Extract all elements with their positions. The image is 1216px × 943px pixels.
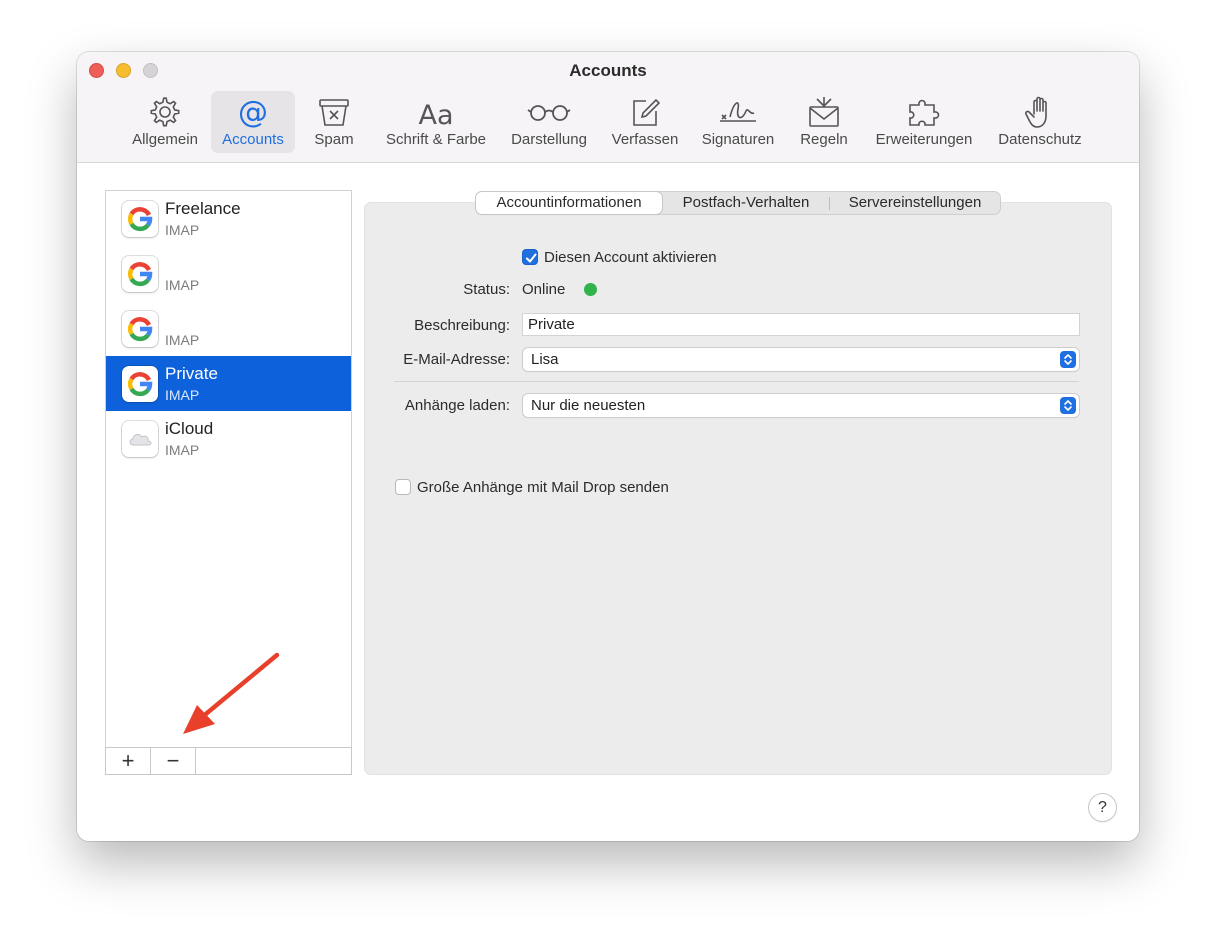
account-item-icloud[interactable]: iCloud IMAP <box>106 411 351 466</box>
account-item-private[interactable]: Private IMAP <box>106 356 351 411</box>
tab-label: Datenschutz <box>998 131 1082 148</box>
tab-label: Regeln <box>800 131 848 148</box>
account-type: IMAP <box>165 387 200 403</box>
rules-envelope-icon <box>789 95 859 129</box>
tab-darstellung[interactable]: Darstellung <box>503 91 595 153</box>
glasses-icon <box>503 95 595 129</box>
preferences-toolbar: Allgemein @ Accounts Spam Aa Schrift & F… <box>77 52 1139 163</box>
signature-icon <box>695 95 781 129</box>
tab-label: Erweiterungen <box>875 131 973 148</box>
compose-icon <box>603 95 687 129</box>
description-label: Beschreibung: <box>414 317 510 334</box>
status-online-icon <box>584 283 597 296</box>
tab-allgemein[interactable]: Allgemein <box>127 91 203 153</box>
mail-drop-label: Große Anhänge mit Mail Drop senden <box>417 479 669 496</box>
mail-drop-checkbox[interactable] <box>395 479 411 495</box>
add-account-button[interactable]: + <box>106 748 151 774</box>
tab-schrift-farbe[interactable]: Aa Schrift & Farbe <box>375 91 497 153</box>
status-label: Status: <box>463 281 510 298</box>
spam-bin-icon <box>303 95 365 129</box>
tab-regeln[interactable]: Regeln <box>789 91 859 153</box>
font-aa-icon: Aa <box>375 95 497 129</box>
email-value: Lisa <box>531 351 559 368</box>
account-type: IMAP <box>165 277 200 293</box>
account-type: IMAP <box>165 222 200 238</box>
status-value: Online <box>522 281 566 298</box>
tab-verfassen[interactable]: Verfassen <box>603 91 687 153</box>
tab-label: Verfassen <box>611 131 679 148</box>
email-label: E-Mail-Adresse: <box>403 351 510 368</box>
svg-text:@: @ <box>238 95 268 129</box>
help-button[interactable]: ? <box>1089 794 1116 821</box>
tab-accounts[interactable]: @ Accounts <box>211 91 295 153</box>
icloud-icon <box>122 421 158 457</box>
remove-account-button[interactable]: − <box>151 748 196 774</box>
tab-datenschutz[interactable]: Datenschutz <box>989 91 1091 153</box>
account-item-2[interactable]: IMAP <box>106 246 351 301</box>
account-tabs: Accountinformationen Postfach-Verhalten … <box>475 191 1001 215</box>
tab-signaturen[interactable]: Signaturen <box>695 91 781 153</box>
tab-label: Darstellung <box>511 131 587 148</box>
chevron-updown-icon <box>1060 351 1076 368</box>
tab-postfach-verhalten[interactable]: Postfach-Verhalten <box>664 192 828 214</box>
checkmark-icon <box>526 253 537 263</box>
account-name: Freelance <box>165 199 241 218</box>
annotation-arrow-icon <box>183 652 280 734</box>
tab-label: Schrift & Farbe <box>385 131 487 148</box>
tab-separator <box>829 197 830 210</box>
account-type: IMAP <box>165 442 200 458</box>
attachments-label: Anhänge laden: <box>404 397 510 414</box>
attachments-value: Nur die neuesten <box>531 397 646 414</box>
chevron-updown-icon <box>1060 397 1076 414</box>
enable-account-checkbox[interactable] <box>522 249 538 265</box>
description-field[interactable]: Private <box>522 313 1080 336</box>
tab-accountinformationen[interactable]: Accountinformationen <box>476 192 662 214</box>
form-divider <box>394 381 1079 382</box>
google-icon <box>122 201 158 237</box>
tab-label: Allgemein <box>132 131 198 148</box>
font-aa-glyph: Aa <box>418 100 453 129</box>
at-sign-icon: @ <box>211 95 295 129</box>
puzzle-icon <box>867 95 981 129</box>
tab-erweiterungen[interactable]: Erweiterungen <box>867 91 981 153</box>
tab-servereinstellungen[interactable]: Servereinstellungen <box>831 192 999 214</box>
tab-spam[interactable]: Spam <box>303 91 365 153</box>
tab-label: Signaturen <box>701 131 775 148</box>
hand-icon <box>989 95 1091 129</box>
account-type: IMAP <box>165 332 200 348</box>
google-icon <box>122 366 158 402</box>
account-name: Private <box>165 364 218 383</box>
account-list-buttons: + − <box>105 747 352 775</box>
attachments-popup[interactable]: Nur die neuesten <box>523 394 1079 417</box>
account-item-freelance[interactable]: Freelance IMAP <box>106 191 351 246</box>
enable-account-label: Diesen Account aktivieren <box>544 249 717 266</box>
tab-label: Spam <box>314 131 354 148</box>
email-popup[interactable]: Lisa <box>523 348 1079 371</box>
title-bar: Accounts Allgemein @ Accounts Spam Aa Sc… <box>77 52 1139 163</box>
google-icon <box>122 256 158 292</box>
tab-label: Accounts <box>222 131 284 148</box>
gear-icon <box>127 95 203 129</box>
account-item-3[interactable]: IMAP <box>106 301 351 356</box>
account-name: iCloud <box>165 419 214 438</box>
google-icon <box>122 311 158 347</box>
